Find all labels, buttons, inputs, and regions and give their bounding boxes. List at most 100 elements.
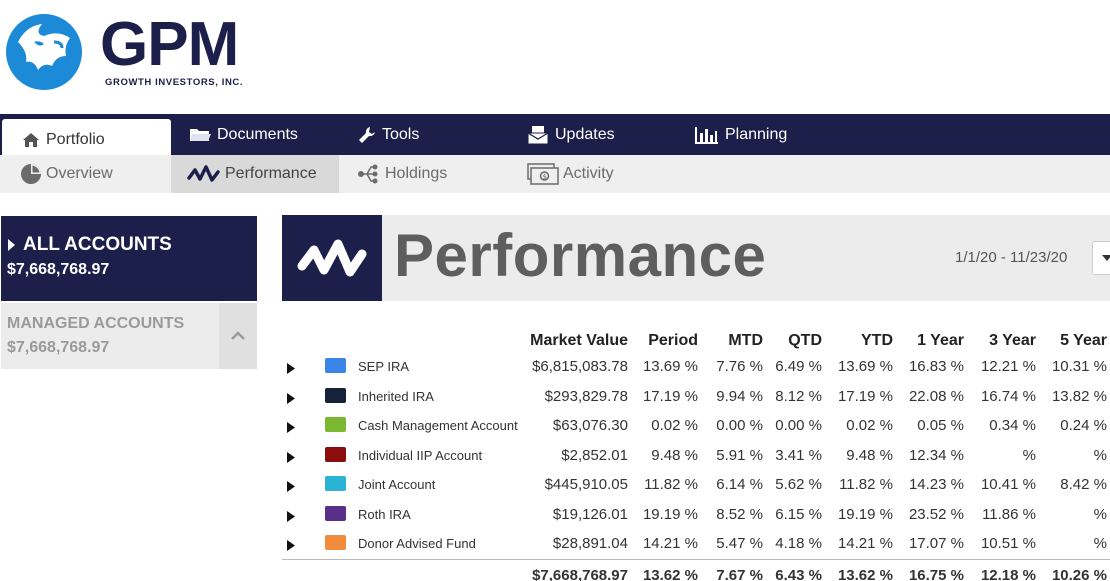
nav-tab-updates[interactable]: Updates [527, 114, 615, 155]
cell-3-year: 10.51 % [980, 535, 1036, 552]
cell-1-year: 12.34 % [908, 446, 964, 464]
cell-mtd: 5.91 % [716, 446, 763, 464]
cell-qtd: 3.41 % [775, 446, 822, 464]
subnav-tab-activity[interactable]: $ Activity [527, 155, 614, 193]
expand-row-icon[interactable] [287, 509, 295, 526]
account-color-swatch [325, 535, 346, 550]
date-range: 1/1/20 - 11/23/20 [955, 249, 1068, 266]
col-header-qtd: QTD [788, 332, 822, 349]
cell-mtd: 0.00 % [716, 417, 763, 434]
expand-row-icon[interactable] [287, 538, 295, 555]
cell-period: 9.48 % [651, 446, 698, 464]
table-row[interactable]: Roth IRA $19,126.01 19.19 % 8.52 % 6.15 % 19.… [282, 500, 1110, 529]
table-row[interactable]: Inherited IRA $293,829.78 17.19 % 9.94 % 8.1… [282, 382, 1110, 411]
table-row[interactable]: Joint Account $445,910.05 11.82 % 6.14 % 5.6… [282, 470, 1110, 499]
subnav-tab-performance[interactable]: Performance [171, 155, 339, 193]
expand-row-icon[interactable] [287, 361, 295, 378]
caret-right-icon [8, 239, 15, 251]
col-header-1-year: 1 Year [917, 332, 964, 349]
table-row[interactable]: Donor Advised Fund $28,891.04 14.21 % 5.47 … [282, 529, 1110, 558]
cell-period: 11.82 % [644, 476, 698, 493]
col-header-3-year: 3 Year [989, 332, 1036, 349]
table-row[interactable]: SEP IRA $6,815,083.78 13.69 % 7.76 % 6.49 % 1… [282, 352, 1110, 381]
expand-row-icon[interactable] [287, 450, 295, 467]
all-accounts-card[interactable]: ALL ACCOUNTS $7,668,768.97 [1, 216, 257, 301]
cell-ytd: 13.69 % [837, 358, 893, 375]
account-name: Cash Management Account [358, 418, 518, 433]
nav-tab-label: Portfolio [46, 130, 105, 148]
pie-icon [21, 164, 41, 184]
cell-qtd: 0.00 % [775, 417, 822, 434]
total-3-year: 12.18 % [980, 567, 1036, 581]
nav-tab-planning[interactable]: Planning [695, 114, 787, 155]
cell-ytd: 17.19 % [837, 387, 893, 405]
page-header: Performance 1/1/20 - 11/23/20 [282, 215, 1110, 301]
table-row[interactable]: Individual IIP Account $2,852.01 9.48 % 5.9… [282, 441, 1110, 470]
cell-ytd: 11.82 % [839, 476, 893, 493]
subnav-tab-overview[interactable]: Overview [20, 155, 113, 193]
account-color-swatch [325, 417, 346, 432]
total-period: 13.62 % [642, 567, 698, 581]
expand-row-icon[interactable] [287, 479, 295, 496]
cell-ytd: 14.21 % [837, 535, 893, 552]
nav-tab-documents[interactable]: Documents [189, 114, 298, 155]
nav-tab-label: Tools [382, 125, 420, 143]
cell-3-year: % [1022, 446, 1036, 464]
total-row: $7,668,768.97 13.62 % 7.67 % 6.43 % 13.6… [282, 559, 1110, 581]
sub-nav: Overview Performance Holdings $ Activity [0, 155, 1110, 193]
col-header-5-year: 5 Year [1060, 332, 1107, 349]
total-mtd: 7.67 % [716, 567, 763, 581]
main-nav: Portfolio Documents Tools Updates Planni… [0, 114, 1110, 160]
table-row[interactable]: Cash Management Account $63,076.30 0.02 % 0… [282, 411, 1110, 440]
date-range-dropdown[interactable] [1092, 241, 1110, 275]
cell-1-year: 16.83 % [908, 358, 964, 375]
total-market-value: $7,668,768.97 [532, 567, 628, 581]
account-color-swatch [325, 387, 346, 403]
account-name: SEP IRA [358, 359, 410, 374]
subnav-tab-holdings[interactable]: Holdings [357, 155, 447, 193]
envelope-icon [527, 125, 549, 144]
account-color-swatch [325, 505, 346, 521]
cell-5-year: 13.82 % [1051, 387, 1107, 405]
cell-ytd: 0.02 % [846, 417, 893, 434]
nav-tab-label: Planning [725, 125, 788, 143]
cell-3-year: 10.41 % [980, 476, 1036, 493]
cell-period: 0.02 % [651, 417, 698, 434]
chevron-up-icon [231, 331, 245, 340]
cell-mtd: 9.94 % [716, 387, 763, 405]
account-name: Donor Advised Fund [358, 536, 476, 551]
account-name: Inherited IRA [358, 388, 434, 404]
cell-5-year: % [1093, 505, 1107, 523]
cell-market-value: $63,076.30 [552, 417, 628, 434]
cell-1-year: 23.52 % [908, 505, 964, 523]
cell-qtd: 6.15 % [775, 505, 822, 523]
cell-qtd: 6.49 % [775, 358, 822, 375]
nav-tab-label: Updates [555, 125, 615, 143]
cell-ytd: 19.19 % [837, 505, 893, 523]
cell-market-value: $445,910.05 [544, 476, 628, 493]
globe-bull-icon [6, 14, 82, 90]
cell-1-year: 22.08 % [908, 387, 964, 405]
account-name: Individual IIP Account [358, 447, 483, 463]
cell-mtd: 6.14 % [716, 476, 763, 493]
col-header-market-value: Market Value [530, 332, 628, 349]
expand-row-icon[interactable] [287, 420, 295, 437]
col-header-ytd: YTD [861, 332, 893, 349]
subnav-tab-label: Overview [46, 165, 113, 182]
managed-accounts-card[interactable]: MANAGED ACCOUNTS $7,668,768.97 [1, 303, 257, 369]
cell-qtd: 4.18 % [775, 535, 822, 552]
cell-3-year: 12.21 % [980, 358, 1036, 375]
collapse-button[interactable] [219, 303, 257, 369]
subnav-tab-label: Activity [563, 165, 614, 182]
cell-market-value: $6,815,083.78 [532, 358, 628, 375]
nav-tab-tools[interactable]: Tools [358, 114, 419, 155]
expand-row-icon[interactable] [287, 391, 295, 408]
share-icon [358, 164, 378, 184]
money-icon: $ [527, 163, 559, 185]
nav-tab-portfolio[interactable]: Portfolio [2, 119, 171, 160]
cell-qtd: 5.62 % [775, 476, 822, 493]
account-color-swatch [325, 358, 346, 373]
cell-1-year: 14.23 % [908, 476, 964, 493]
total-1-year: 16.75 % [908, 567, 964, 581]
bar-chart-icon [695, 126, 718, 144]
